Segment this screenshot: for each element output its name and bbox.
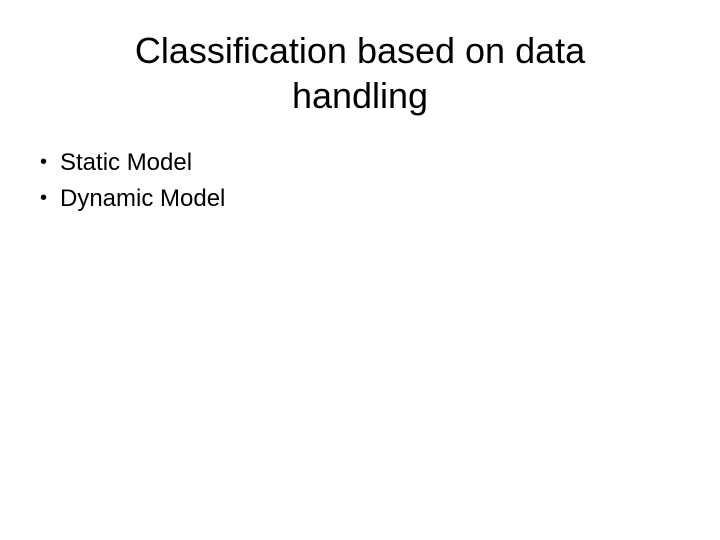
list-item: • Static Model — [40, 146, 690, 180]
bullet-list: • Static Model • Dynamic Model — [30, 146, 690, 215]
slide-container: Classification based on data handling • … — [0, 0, 720, 540]
bullet-icon: • — [40, 146, 60, 178]
bullet-text: Static Model — [60, 146, 690, 180]
slide-title: Classification based on data handling — [30, 28, 690, 118]
bullet-icon: • — [40, 182, 60, 214]
list-item: • Dynamic Model — [40, 182, 690, 216]
bullet-text: Dynamic Model — [60, 182, 690, 216]
